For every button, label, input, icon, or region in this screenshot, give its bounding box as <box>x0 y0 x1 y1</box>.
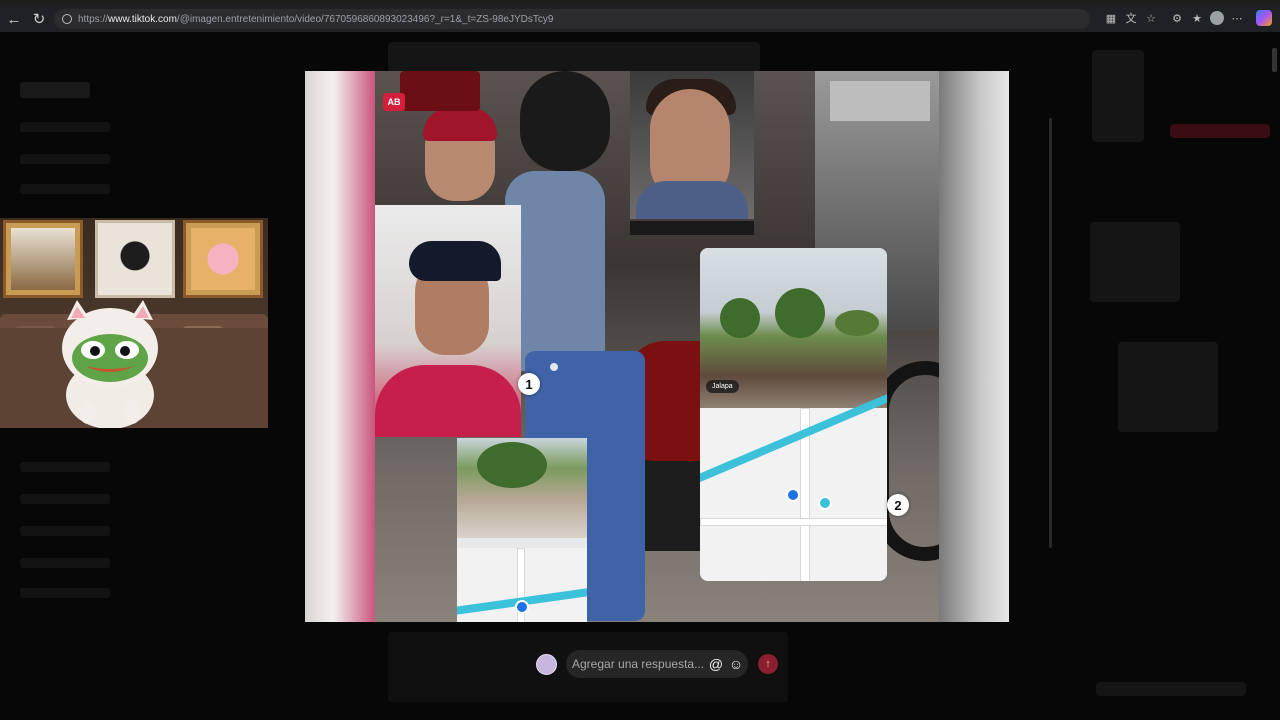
reply-placeholder[interactable]: Agregar una respuesta... <box>572 657 708 671</box>
media-viewer[interactable]: AB Jalapa 1 2 <box>305 71 1009 622</box>
map-pin-icon <box>818 496 832 510</box>
toolbar-icons: ▦ 文 ☆ ⚙ ★ ⋯ <box>1104 10 1272 26</box>
sticker-badge: AB <box>383 93 405 111</box>
garage-door <box>830 81 930 121</box>
marker-badge-2: 2 <box>887 494 909 516</box>
background-button <box>1170 124 1270 138</box>
background-thumbnail <box>1092 50 1144 142</box>
reply-bar: Agregar una respuesta... @ ☺ ↑ <box>536 649 786 679</box>
wall-frame-character <box>183 220 263 298</box>
app-available-icon[interactable]: ▦ <box>1104 11 1118 25</box>
inset-caption-strip <box>630 221 754 235</box>
more-menu-icon[interactable]: ⋯ <box>1230 11 1244 25</box>
favorites-icon[interactable]: ★ <box>1190 11 1204 25</box>
background-nav-item <box>20 184 110 194</box>
background-nav-item <box>20 526 110 536</box>
scrollbar[interactable] <box>1049 118 1052 548</box>
blurred-edge-left <box>305 71 375 622</box>
arrow-up-icon: ↑ <box>765 658 771 670</box>
pepe-dog-avatar-icon <box>62 300 158 428</box>
blurred-edge-right <box>939 71 1009 622</box>
marker-badge-1: 1 <box>518 373 540 395</box>
location-chip: Jalapa <box>706 380 739 393</box>
background-nav-item <box>20 154 110 164</box>
mouse-cursor <box>550 363 558 371</box>
mention-icon[interactable]: @ <box>708 656 724 672</box>
address-bar[interactable]: https://www.tiktok.com/@imagen.entreteni… <box>54 9 1090 29</box>
background-nav-item <box>20 462 110 472</box>
bandana <box>423 107 497 141</box>
sticker <box>400 71 480 111</box>
page-scrollbar[interactable] <box>1272 48 1277 72</box>
background-nav-item <box>20 558 110 568</box>
reload-icon[interactable]: ↻ <box>28 8 50 30</box>
background-nav-item <box>20 494 110 504</box>
rider-helmet <box>520 71 610 171</box>
back-icon[interactable]: ← <box>3 8 25 30</box>
background-thumbnail <box>1090 222 1180 302</box>
background-logo <box>20 82 90 98</box>
inset-streetview-map-small <box>457 438 587 622</box>
background-input <box>1096 682 1246 696</box>
url-text: https://www.tiktok.com/@imagen.entreteni… <box>78 13 554 25</box>
background-nav-item <box>20 588 110 598</box>
video-frame[interactable]: AB Jalapa 1 2 <box>375 71 939 622</box>
user-avatar[interactable] <box>536 653 557 675</box>
wall-frame-photo <box>3 220 83 298</box>
reply-input[interactable]: Agregar una respuesta... @ ☺ <box>566 650 748 678</box>
send-button[interactable]: ↑ <box>758 654 778 674</box>
copilot-icon[interactable] <box>1256 10 1272 26</box>
background-nav-item <box>20 122 110 132</box>
favorite-star-icon[interactable]: ☆ <box>1144 11 1158 25</box>
inset-photo-portrait <box>375 205 521 437</box>
site-info-icon[interactable] <box>62 14 72 24</box>
background-thumbnail <box>1118 342 1218 432</box>
map-pin-icon <box>515 600 529 614</box>
inset-streetview-map: Jalapa <box>700 248 887 581</box>
map-pin-icon <box>786 488 800 502</box>
translate-icon[interactable]: 文 <box>1124 11 1138 25</box>
emoji-icon[interactable]: ☺ <box>728 656 744 672</box>
background-header-band <box>388 42 760 72</box>
extensions-icon[interactable]: ⚙ <box>1170 11 1184 25</box>
inset-photo-selfie <box>630 71 754 219</box>
browser-toolbar: ← ↻ https://www.tiktok.com/@imagen.entre… <box>0 6 1280 32</box>
wall-frame-character <box>95 220 175 298</box>
profile-avatar-icon[interactable] <box>1210 11 1224 25</box>
